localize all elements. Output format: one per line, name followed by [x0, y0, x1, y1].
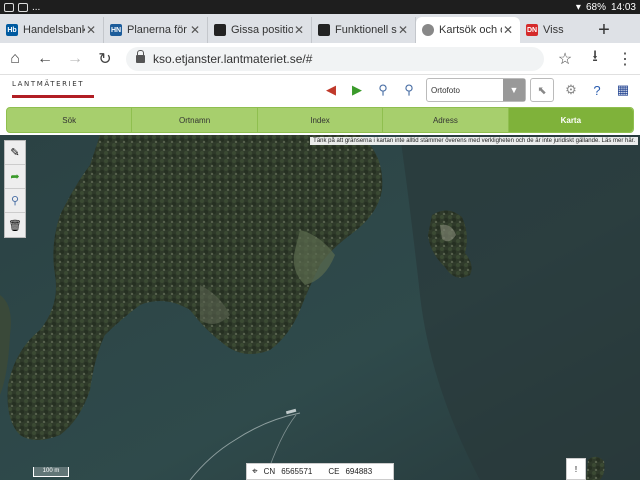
battery-level: 68%	[585, 1, 606, 13]
browser-tab[interactable]: Hb Handelsbanken ✕	[0, 17, 104, 43]
wifi-icon: ▾	[575, 1, 581, 13]
new-tab-button[interactable]: +	[574, 17, 634, 43]
back-icon[interactable]: ←	[30, 44, 60, 74]
favicon: DN	[526, 24, 538, 36]
flag-icon[interactable]: ▦	[610, 78, 636, 102]
map-tools: ◀ ▶ ⚲ ⚲ Ortofoto ▼ ⬉ ⚙ ? ▦	[318, 78, 636, 102]
ce-value: 694883	[345, 467, 373, 476]
lantmateriet-logo[interactable]: LANTMÄTERIET	[12, 80, 94, 100]
ce-label: CE	[328, 467, 340, 476]
clock: 14:03	[610, 1, 636, 13]
download-icon[interactable]: ⭳	[580, 44, 610, 74]
tab-title: Handelsbanken	[23, 24, 85, 36]
tab-title: Kartsök och ortc	[439, 24, 502, 36]
favicon: HN	[110, 24, 122, 36]
browser-toolbar: ⌂ ← → ↻ kso.etjanster.lantmateriet.se/# …	[0, 43, 640, 75]
browser-tab[interactable]: HN Planerna för Väs ✕	[104, 17, 208, 43]
map-side-toolbar: ✎ ➦ ⚲ 🗑	[4, 140, 26, 238]
close-icon[interactable]: ✕	[397, 23, 409, 37]
close-icon[interactable]: ✕	[293, 23, 305, 37]
main-nav: Sök Ortnamn Index Adress Karta	[6, 107, 634, 133]
corner-info-button[interactable]: !	[566, 458, 586, 480]
browser-tab[interactable]: Gissa position S ✕	[208, 17, 312, 43]
trash-icon[interactable]: 🗑	[5, 213, 25, 237]
nav-sok[interactable]: Sök	[7, 108, 133, 132]
forward-icon[interactable]: →	[60, 44, 90, 74]
browser-tab[interactable]: Funktionell skjor ✕	[312, 17, 416, 43]
chevron-down-icon: ▼	[503, 79, 525, 101]
image-icon	[18, 2, 28, 12]
tab-title: Funktionell skjor	[335, 24, 397, 36]
nav-index[interactable]: Index	[258, 108, 384, 132]
zoom-in-icon[interactable]: ⚲	[396, 78, 422, 102]
address-bar[interactable]: kso.etjanster.lantmateriet.se/#	[126, 46, 544, 71]
cn-value: 6565571	[281, 467, 313, 476]
status-more: ...	[32, 1, 41, 13]
favicon	[318, 24, 330, 36]
orthophoto	[0, 135, 640, 480]
nav-ortnamn[interactable]: Ortnamn	[132, 108, 258, 132]
measure-icon[interactable]: ⚲	[5, 189, 25, 213]
tab-strip: Hb Handelsbanken ✕ HN Planerna för Väs ✕…	[0, 14, 640, 43]
logo-text: LANTMÄTERIET	[12, 80, 85, 88]
close-icon[interactable]: ✕	[189, 23, 201, 37]
browser-tab-active[interactable]: Kartsök och ortc ✕	[416, 17, 520, 43]
notification-icon	[4, 2, 14, 12]
gear-icon[interactable]: ⚙	[558, 78, 584, 102]
close-icon[interactable]: ✕	[502, 23, 514, 37]
help-icon[interactable]: ?	[584, 78, 610, 102]
tab-title: Planerna för Väs	[127, 24, 189, 36]
back-arrow-icon[interactable]: ◀	[318, 78, 344, 102]
home-icon[interactable]: ⌂	[0, 44, 30, 74]
status-bar: ... ▾ 68% 14:03	[0, 0, 640, 14]
scale-bar: 100 m	[33, 467, 69, 477]
url-text: kso.etjanster.lantmateriet.se/#	[153, 51, 313, 66]
zoom-out-icon[interactable]: ⚲	[370, 78, 396, 102]
nav-adress[interactable]: Adress	[383, 108, 509, 132]
layer-select[interactable]: Ortofoto ▼	[426, 78, 526, 102]
favicon: Hb	[6, 24, 18, 36]
tab-title: Gissa position S	[231, 24, 293, 36]
cn-label: CN	[263, 467, 276, 476]
map-view[interactable]: Tänk på att gränserna i kartan inte allt…	[0, 135, 640, 480]
share-icon[interactable]: ➦	[5, 165, 25, 189]
forward-arrow-icon[interactable]: ▶	[344, 78, 370, 102]
layer-select-value: Ortofoto	[431, 85, 460, 95]
reload-icon[interactable]: ↻	[90, 44, 120, 74]
bookmark-star-icon[interactable]: ☆	[550, 44, 580, 74]
pointer-tool-button[interactable]: ⬉	[530, 78, 554, 102]
draw-icon[interactable]: ✎	[5, 141, 25, 165]
crosshair-icon[interactable]: ⌖	[252, 466, 258, 477]
favicon	[422, 24, 434, 36]
app-header: LANTMÄTERIET ◀ ▶ ⚲ ⚲ Ortofoto ▼ ⬉ ⚙ ? ▦	[0, 76, 640, 104]
lock-icon	[136, 49, 145, 63]
close-icon[interactable]: ✕	[85, 23, 97, 37]
menu-icon[interactable]: ⋮	[610, 44, 640, 74]
browser-tab[interactable]: DN Viss	[520, 17, 574, 43]
nav-karta[interactable]: Karta	[508, 108, 634, 132]
favicon	[214, 24, 226, 36]
tab-title: Viss	[543, 24, 564, 36]
coordinate-readout: ⌖ CN 6565571 CE 694883	[246, 463, 394, 480]
map-disclaimer[interactable]: Tänk på att gränserna i kartan inte allt…	[310, 137, 638, 145]
